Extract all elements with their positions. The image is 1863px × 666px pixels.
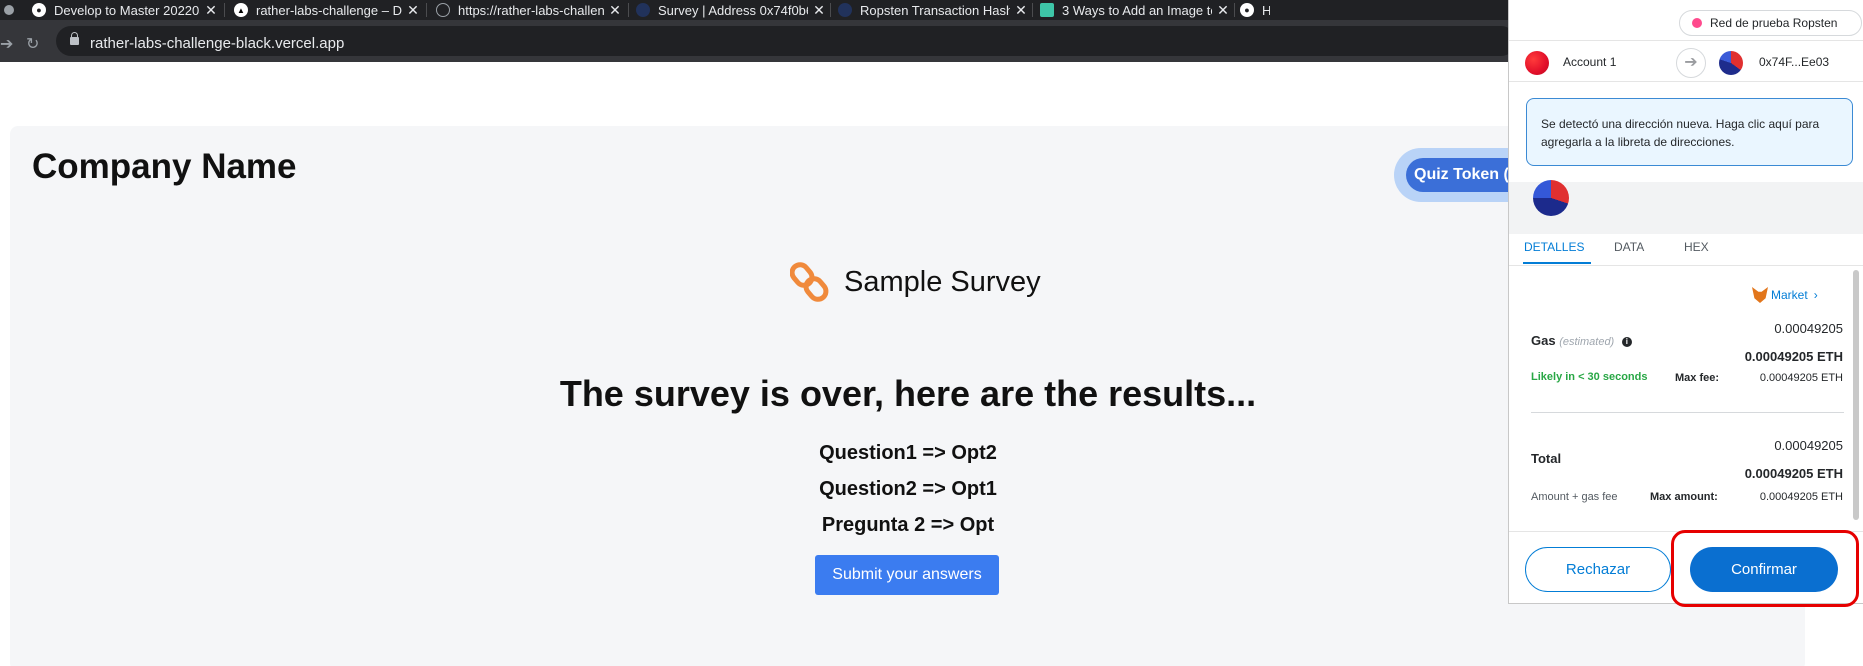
account-avatar bbox=[1525, 51, 1549, 75]
metamask-popup: Red de prueba Ropsten Account 1 ➔ 0x74F.… bbox=[1508, 0, 1863, 604]
close-icon[interactable]: ✕ bbox=[204, 2, 218, 19]
tab-github[interactable]: ● He bbox=[1240, 0, 1270, 20]
from-account[interactable]: Account 1 bbox=[1563, 55, 1616, 69]
account-row: Account 1 ➔ 0x74F...Ee03 bbox=[1509, 40, 1863, 82]
tab-separator bbox=[628, 3, 629, 17]
contract-avatar bbox=[1533, 180, 1569, 216]
quiz-token-button[interactable]: Quiz Token ( bbox=[1406, 158, 1516, 192]
gas-label: Gas bbox=[1531, 333, 1556, 348]
window-controls[interactable] bbox=[4, 0, 14, 20]
likely-time: Likely in < 30 seconds bbox=[1531, 371, 1648, 383]
lock-icon[interactable] bbox=[70, 32, 79, 45]
web-icon bbox=[1040, 3, 1054, 17]
globe-icon bbox=[436, 3, 450, 17]
tab-rather-labs-url[interactable]: https://rather-labs-challenge-b ✕ bbox=[436, 0, 622, 20]
tx-tabs: DETALLES DATA HEX bbox=[1509, 234, 1863, 266]
etherscan-icon bbox=[636, 3, 650, 17]
network-name: Red de prueba Ropsten bbox=[1710, 16, 1838, 30]
footer-divider bbox=[1509, 531, 1863, 532]
chain-link-icon bbox=[789, 260, 830, 304]
gas-value-eth: 0.00049205 ETH bbox=[1744, 349, 1843, 364]
max-amount-label: Max amount: bbox=[1650, 491, 1718, 503]
tab-separator bbox=[426, 3, 427, 17]
tab-title: https://rather-labs-challenge-b bbox=[458, 2, 604, 18]
gas-value: 0.00049205 bbox=[1774, 321, 1843, 336]
to-address[interactable]: 0x74F...Ee03 bbox=[1759, 55, 1829, 69]
gas-estimated-label: (estimated) bbox=[1559, 336, 1615, 348]
tab-separator bbox=[1032, 3, 1033, 17]
new-address-notice[interactable]: Se detectó una dirección nueva. Haga cli… bbox=[1526, 98, 1853, 166]
network-selector[interactable]: Red de prueba Ropsten bbox=[1679, 10, 1862, 36]
arrow-right-icon: ➔ bbox=[1676, 48, 1706, 78]
active-tab-indicator bbox=[1523, 262, 1591, 264]
tab-separator bbox=[1234, 3, 1235, 17]
tab-ropsten-tx[interactable]: Ropsten Transaction Hash (Txh ✕ bbox=[838, 0, 1028, 20]
reload-icon[interactable]: ↻ bbox=[26, 34, 39, 54]
market-link[interactable]: Market › bbox=[1752, 287, 1818, 303]
close-icon[interactable]: ✕ bbox=[608, 2, 622, 19]
tab-rather-labs-deploy[interactable]: ▲ rather-labs-challenge – Deploy ✕ bbox=[234, 0, 420, 20]
tab-title: 3 Ways to Add an Image to Git bbox=[1062, 2, 1212, 18]
company-name: Company Name bbox=[32, 147, 297, 186]
tab-data[interactable]: DATA bbox=[1614, 240, 1644, 254]
total-value-eth: 0.00049205 ETH bbox=[1744, 466, 1843, 481]
chevron-right-icon: › bbox=[1813, 288, 1818, 302]
max-fee-label: Max fee: bbox=[1675, 372, 1720, 384]
market-label: Market bbox=[1771, 288, 1808, 302]
forward-icon[interactable]: ➔ bbox=[0, 34, 13, 54]
info-icon[interactable]: i bbox=[1621, 336, 1632, 347]
confirm-button[interactable]: Confirmar bbox=[1690, 547, 1838, 592]
github-icon: ● bbox=[1240, 3, 1254, 17]
submit-answers-button[interactable]: Submit your answers bbox=[815, 555, 999, 595]
tab-detalles[interactable]: DETALLES bbox=[1524, 240, 1584, 254]
reject-button[interactable]: Rechazar bbox=[1525, 547, 1671, 592]
tab-title: rather-labs-challenge – Deploy bbox=[256, 2, 402, 18]
max-amount-value: 0.00049205 ETH bbox=[1759, 491, 1843, 503]
tab-title: Ropsten Transaction Hash (Txh bbox=[860, 2, 1010, 18]
recipient-avatar bbox=[1719, 51, 1743, 75]
max-fee-value: 0.00049205 ETH bbox=[1759, 372, 1843, 384]
tab-separator bbox=[830, 3, 831, 17]
close-icon[interactable]: ✕ bbox=[812, 2, 826, 19]
total-label: Total bbox=[1531, 451, 1562, 466]
survey-title: Sample Survey bbox=[844, 265, 1041, 298]
network-dot-icon bbox=[1692, 18, 1702, 28]
tab-title: Develop to Master 202205251 bbox=[54, 2, 200, 18]
close-icon[interactable]: ✕ bbox=[1216, 2, 1230, 19]
total-value: 0.00049205 bbox=[1774, 438, 1843, 453]
tab-title: Survey | Address 0x74f0b668e bbox=[658, 2, 808, 18]
metamask-fox-icon bbox=[1752, 287, 1768, 303]
close-icon[interactable]: ✕ bbox=[1014, 2, 1028, 19]
survey-header: Sample Survey bbox=[789, 260, 1041, 304]
url-text[interactable]: rather-labs-challenge-black.vercel.app bbox=[90, 35, 344, 52]
github-icon: ● bbox=[32, 3, 46, 17]
popup-scrollbar[interactable] bbox=[1853, 270, 1859, 520]
screen: ● Develop to Master 202205251 ✕ ▲ rather… bbox=[0, 0, 1863, 666]
amount-gas-label: Amount + gas fee bbox=[1531, 491, 1618, 503]
tab-title: He bbox=[1262, 2, 1270, 18]
gas-label-row: Gas (estimated) i bbox=[1531, 333, 1632, 348]
tab-add-image-github[interactable]: 3 Ways to Add an Image to Git ✕ bbox=[1040, 0, 1230, 20]
tab-develop-to-master[interactable]: ● Develop to Master 202205251 ✕ bbox=[32, 0, 218, 20]
divider bbox=[1531, 412, 1844, 413]
close-icon[interactable]: ✕ bbox=[406, 2, 420, 19]
vercel-icon: ▲ bbox=[234, 3, 248, 17]
tab-survey-address[interactable]: Survey | Address 0x74f0b668e ✕ bbox=[636, 0, 826, 20]
etherscan-icon bbox=[838, 3, 852, 17]
tab-separator bbox=[224, 3, 225, 17]
tab-hex[interactable]: HEX bbox=[1684, 240, 1709, 254]
